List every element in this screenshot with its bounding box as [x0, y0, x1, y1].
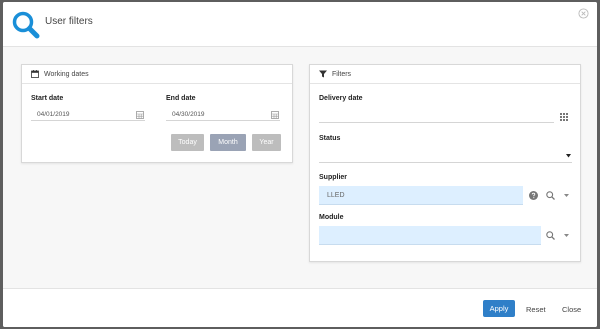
delivery-date-label: Delivery date: [319, 95, 363, 102]
dropdown-arrow-icon[interactable]: [566, 154, 571, 158]
filters-panel: Filters Delivery date Status Supplier LL…: [309, 64, 581, 262]
month-button[interactable]: Month: [210, 134, 246, 151]
close-circle-icon[interactable]: [578, 8, 589, 19]
grid-icon[interactable]: [560, 113, 568, 121]
end-date-input[interactable]: 04/30/2019: [166, 109, 280, 121]
help-icon[interactable]: [529, 191, 538, 200]
working-dates-heading: Working dates: [44, 70, 89, 78]
status-select[interactable]: [319, 151, 572, 163]
today-button[interactable]: Today: [171, 134, 204, 151]
start-date-input[interactable]: 04/01/2019: [31, 109, 145, 121]
working-dates-panel: Working dates Start date 04/01/2019 End …: [21, 64, 293, 163]
delivery-date-input[interactable]: [319, 111, 554, 123]
module-label: Module: [319, 214, 344, 221]
start-date-label: Start date: [31, 95, 64, 102]
search-logo-icon: [12, 11, 40, 39]
end-date-label: End date: [166, 95, 196, 102]
year-button[interactable]: Year: [252, 134, 281, 151]
module-input[interactable]: [319, 226, 541, 245]
dialog-footer: Apply Reset Close: [3, 288, 597, 327]
filters-heading: Filters: [332, 70, 352, 78]
dialog-title: User filters: [45, 16, 93, 27]
reset-button[interactable]: Reset: [526, 305, 546, 314]
user-filters-dialog: User filters Working dates Start date 04…: [3, 2, 597, 327]
search-icon[interactable]: [546, 231, 555, 240]
supplier-input[interactable]: LLED: [319, 186, 523, 205]
working-dates-header: Working dates: [22, 65, 292, 84]
chevron-down-icon[interactable]: [564, 194, 569, 198]
supplier-label: Supplier: [319, 174, 348, 181]
search-icon[interactable]: [546, 191, 555, 200]
close-button[interactable]: Close: [562, 305, 581, 314]
grid-calendar-icon[interactable]: [271, 111, 279, 119]
chevron-down-icon[interactable]: [564, 234, 569, 238]
dialog-header: User filters: [3, 2, 597, 47]
apply-button[interactable]: Apply: [483, 300, 515, 317]
calendar-icon: [31, 70, 39, 78]
filters-header: Filters: [310, 65, 580, 84]
grid-calendar-icon[interactable]: [136, 111, 144, 119]
status-label: Status: [319, 135, 341, 142]
filter-funnel-icon: [319, 70, 327, 78]
